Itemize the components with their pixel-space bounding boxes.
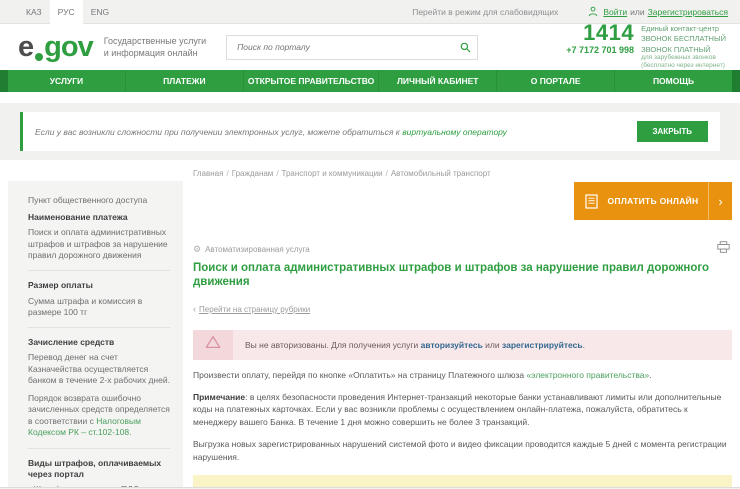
egov-logo[interactable]: egov (18, 33, 93, 62)
service-info-sidebar: Пункт общественного доступа Наименование… (8, 181, 183, 489)
tagline-line-1: Государственные услуги (104, 35, 206, 47)
close-notice-button[interactable]: ЗАКРЫТЬ (637, 121, 708, 142)
login-link[interactable]: Войти (603, 7, 627, 17)
chevron-right-icon: › (708, 182, 732, 220)
sidebar-crediting-text-2: Порядок возврата ошибочно зачисленных ср… (28, 393, 170, 439)
meta-row: ⚙ Автоматизированная услуга (193, 240, 732, 254)
logo-dot-icon (35, 53, 43, 61)
register-link[interactable]: Зарегистрироваться (648, 7, 728, 17)
search-icon[interactable] (460, 42, 471, 53)
lang-kaz[interactable]: КАЗ (18, 0, 50, 24)
logo-text-e: e (18, 33, 33, 62)
warning-icon-cell (193, 330, 233, 360)
print-button[interactable] (715, 240, 732, 254)
nav-open-government[interactable]: ОТКРЫТОЕ ПРАВИТЕЛЬСТВО (244, 70, 379, 92)
register-inline-link[interactable]: зарегистрируйтесь (502, 340, 583, 350)
sidebar-payment-size-text: Сумма штрафа и комиссия в размере 100 тг (28, 296, 170, 319)
notice-section: Если у вас возникли сложности при получе… (0, 103, 740, 160)
lang-rus[interactable]: РУС (50, 0, 83, 24)
nav-help[interactable]: ПОМОЩЬ (615, 70, 732, 92)
contact-center-label-1: Единый контакт-центр (641, 24, 726, 33)
top-bar-right: Перейти в режим для слабовидящих Войти и… (412, 6, 728, 17)
authorize-link[interactable]: авторизуйтесь (421, 340, 483, 350)
sidebar-crediting-heading: Зачисление средств (28, 337, 170, 348)
payment-instruction-start: Произвести оплату, перейдя по кнопке «Оп… (193, 370, 526, 380)
virtual-operator-link[interactable]: виртуальному оператору (402, 127, 507, 137)
contact-center-number: 1414 (566, 23, 634, 44)
nav-personal-cabinet[interactable]: ЛИЧНЫЙ КАБИНЕТ (379, 70, 497, 92)
portal-tagline: Государственные услуги и информация онла… (104, 35, 206, 59)
sidebar-divider (28, 327, 170, 328)
gear-icon: ⚙ (193, 245, 201, 254)
accessibility-mode-link[interactable]: Перейти в режим для слабовидящих (412, 7, 558, 17)
sidebar-payment-name-heading: Наименование платежа (28, 212, 170, 223)
international-label: ЗВОНОК ПЛАТНЫЙ (641, 45, 726, 54)
language-switcher: КАЗ РУС ENG (18, 0, 117, 24)
sidebar-fine-types-heading: Виды штрафов, оплачиваемых через портал (28, 458, 170, 480)
login-separator: или (630, 7, 644, 17)
back-to-rubric-link[interactable]: Перейти на страницу рубрики (199, 305, 310, 314)
main-navigation: УСЛУГИ ПЛАТЕЖИ ОТКРЫТОЕ ПРАВИТЕЛЬСТВО ЛИ… (0, 70, 740, 92)
search-box (226, 35, 478, 60)
sidebar-crediting-text-1: Перевод денег на счет Казначейства осуще… (28, 352, 170, 386)
receipt-icon (585, 194, 598, 209)
international-labels: ЗВОНОК ПЛАТНЫЙ для зарубежных звонков (б… (641, 45, 726, 70)
content-area: Пункт общественного доступа Наименование… (0, 160, 740, 489)
contact-center-labels: Единый контакт-центр ЗВОНОК БЕСПЛАТНЫЙ (641, 23, 726, 43)
nav-services[interactable]: УСЛУГИ (8, 70, 126, 92)
nav-payments[interactable]: ПЛАТЕЖИ (126, 70, 244, 92)
alert-message: Вы не авторизованы. Для получения услуги… (233, 331, 597, 359)
breadcrumb-citizens[interactable]: Гражданам (232, 169, 274, 178)
payment-instruction-text: Произвести оплату, перейдя по кнопке «Оп… (193, 369, 732, 382)
warning-triangle-icon (205, 335, 221, 354)
note-body: : в целях безопасности проведения Интерн… (193, 392, 721, 428)
breadcrumb-transport[interactable]: Транспорт и коммуникации (282, 169, 383, 178)
alert-text-2: или (483, 340, 502, 350)
alert-text-1: Вы не авторизованы. Для получения услуги (245, 340, 421, 350)
payment-gateway-link[interactable]: «электронного правительства» (526, 370, 649, 380)
logo-text-gov: gov (44, 33, 93, 62)
main-column: Главная/Гражданам/Транспорт и коммуникац… (183, 160, 732, 489)
chevron-left-icon: ‹ (193, 304, 196, 314)
tagline-line-2: и информация онлайн (104, 47, 206, 59)
notice-text: Если у вас возникли сложности при получе… (35, 127, 507, 137)
sidebar-public-access-link[interactable]: Пункт общественного доступа (28, 195, 170, 205)
virtual-operator-notice: Если у вас возникли сложности при получе… (20, 112, 720, 151)
page-title: Поиск и оплата административных штрафов … (193, 261, 732, 290)
user-icon (588, 6, 598, 17)
nav-about-portal[interactable]: О ПОРТАЛЕ (497, 70, 615, 92)
international-number: +7 7172 701 998 (566, 45, 634, 55)
sidebar-divider (28, 270, 170, 271)
sidebar-payment-size-heading: Размер оплаты (28, 280, 170, 291)
breadcrumb-current: Автомобильный транспорт (391, 169, 491, 178)
header: egov Государственные услуги и информация… (0, 24, 740, 70)
automated-service-label: ⚙ Автоматизированная услуга (193, 245, 310, 254)
sidebar-divider (28, 448, 170, 449)
breadcrumb-separator: / (386, 169, 388, 178)
breadcrumb: Главная/Гражданам/Транспорт и коммуникац… (193, 169, 732, 178)
notice-message: Если у вас возникли сложности при получе… (35, 127, 402, 137)
note-label: Примечание (193, 392, 245, 402)
breadcrumb-separator: / (226, 169, 228, 178)
note-text: Примечание: в целях безопасности проведе… (193, 391, 732, 429)
automated-service-text: Автоматизированная услуга (205, 245, 310, 254)
pay-online-button[interactable]: ОПЛАТИТЬ ОНЛАЙН › (574, 182, 732, 220)
breadcrumb-home[interactable]: Главная (193, 169, 223, 178)
search-input[interactable] (226, 35, 478, 60)
back-link-row: ‹Перейти на страницу рубрики (193, 299, 732, 317)
alert-text-3: . (583, 340, 585, 350)
sidebar-payment-name-text: Поиск и оплата административных штрафов … (28, 227, 170, 261)
lang-eng[interactable]: ENG (83, 0, 117, 24)
contact-phones: 1414 Единый контакт-центр ЗВОНОК БЕСПЛАТ… (566, 23, 728, 70)
breadcrumb-separator: / (276, 169, 278, 178)
contact-center-label-2: ЗВОНОК БЕСПЛАТНЫЙ (641, 34, 726, 43)
egov-portal-page: КАЗ РУС ENG Перейти в режим для слабовид… (0, 0, 740, 489)
not-authorized-alert: Вы не авторизованы. Для получения услуги… (193, 330, 732, 360)
upload-info-text: Выгрузка новых зарегистрированных наруше… (193, 438, 732, 464)
payment-instruction-end: . (649, 370, 651, 380)
pay-online-label: ОПЛАТИТЬ ОНЛАЙН (598, 196, 708, 206)
